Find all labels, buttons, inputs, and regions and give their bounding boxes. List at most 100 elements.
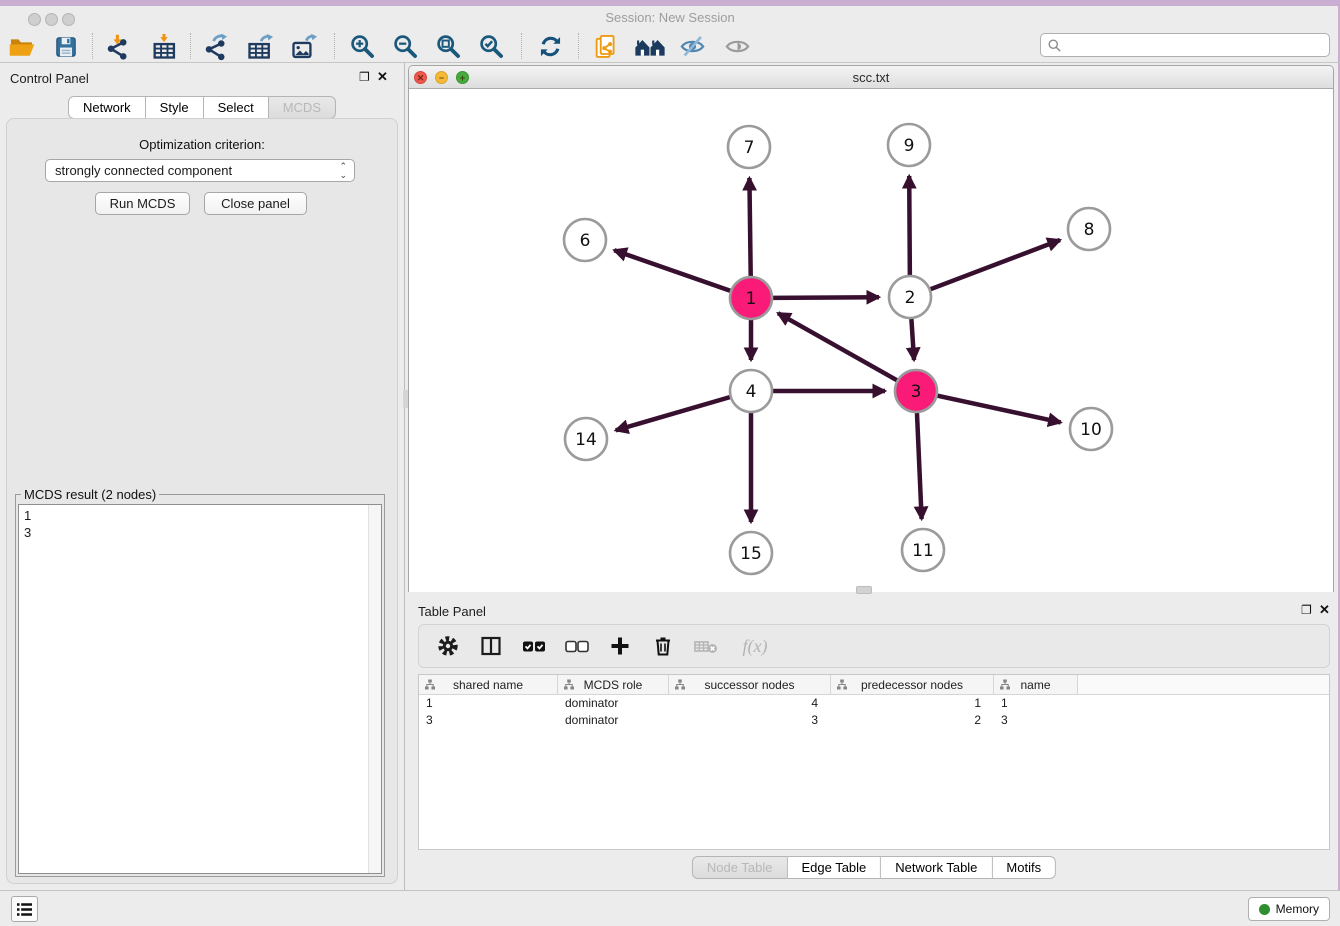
- zoom-selected-button[interactable]: [475, 32, 507, 61]
- houses-icon: [633, 34, 667, 60]
- export-image-button[interactable]: [288, 32, 320, 61]
- network-graph[interactable]: 1234678910111415: [409, 89, 1333, 592]
- column-header-successor-nodes[interactable]: successor nodes: [669, 675, 831, 694]
- table-cell[interactable]: 1: [419, 695, 558, 712]
- mcds-result-list[interactable]: 13: [18, 504, 382, 874]
- column-header-predecessor-nodes[interactable]: predecessor nodes: [831, 675, 994, 694]
- minimize-view-icon[interactable]: −: [435, 71, 448, 84]
- zoom-fit-button[interactable]: [432, 32, 464, 61]
- run-mcds-button[interactable]: Run MCDS: [95, 192, 190, 215]
- new-network-from-selection-button[interactable]: [590, 32, 622, 61]
- close-panel-icon[interactable]: ✕: [377, 70, 388, 83]
- table-cell[interactable]: 3: [419, 712, 558, 729]
- import-network-button[interactable]: [102, 32, 134, 61]
- mcds-result-item[interactable]: 1: [24, 507, 381, 524]
- graph-edge-1-2[interactable]: [773, 297, 879, 298]
- delete-table-button-disabled: [692, 632, 720, 660]
- zoom-window-icon[interactable]: [62, 13, 75, 26]
- network-view-window: ✕ − + scc.txt 1234678910111415: [408, 65, 1334, 592]
- save-session-button[interactable]: [50, 32, 82, 61]
- function-builder-button-disabled: f(x): [735, 632, 775, 660]
- zoom-in-button[interactable]: [346, 32, 378, 61]
- tab-select[interactable]: Select: [204, 96, 269, 119]
- tab-node-table[interactable]: Node Table: [692, 856, 788, 879]
- float-table-panel-icon[interactable]: ❐: [1301, 604, 1312, 616]
- mcds-result-title: MCDS result (2 nodes): [21, 487, 159, 502]
- zoom-out-button[interactable]: [389, 32, 421, 61]
- search-field[interactable]: [1040, 33, 1330, 57]
- close-table-panel-icon[interactable]: ✕: [1319, 603, 1330, 616]
- export-table-icon: [246, 33, 274, 61]
- network-window-titlebar[interactable]: ✕ − + scc.txt: [409, 66, 1333, 89]
- float-panel-icon[interactable]: ❐: [359, 71, 370, 83]
- tab-style[interactable]: Style: [146, 96, 204, 119]
- first-neighbors-button[interactable]: [631, 32, 669, 61]
- graph-edge-1-6[interactable]: [614, 250, 730, 291]
- graph-edge-2-9[interactable]: [909, 176, 910, 275]
- open-session-button[interactable]: [6, 32, 38, 61]
- table-cell[interactable]: 3: [994, 712, 1078, 729]
- toolbar-separator: [92, 33, 93, 59]
- tab-network[interactable]: Network: [68, 96, 146, 119]
- table-cell[interactable]: 1: [994, 695, 1078, 712]
- table-cell[interactable]: 3: [669, 712, 831, 729]
- mcds-list-scrollbar[interactable]: [368, 505, 381, 873]
- close-view-icon[interactable]: ✕: [414, 71, 427, 84]
- table-cell[interactable]: 4: [669, 695, 831, 712]
- graph-edge-2-8[interactable]: [931, 240, 1060, 289]
- maximize-view-icon[interactable]: +: [456, 71, 469, 84]
- select-all-columns-button[interactable]: [520, 632, 548, 660]
- table-cell[interactable]: dominator: [558, 695, 669, 712]
- export-network-button[interactable]: [200, 32, 232, 61]
- apply-layout-button[interactable]: [534, 32, 566, 61]
- table-row[interactable]: 3dominator323: [419, 712, 1329, 729]
- graph-node-label: 14: [575, 430, 597, 450]
- table-options-button[interactable]: [434, 632, 462, 660]
- table-cell[interactable]: 2: [831, 712, 994, 729]
- graph-node-label: 11: [912, 541, 934, 561]
- mcds-result-item[interactable]: 3: [24, 524, 381, 541]
- tab-edge-table[interactable]: Edge Table: [787, 856, 881, 879]
- export-table-button[interactable]: [244, 32, 276, 61]
- graph-edge-4-14[interactable]: [616, 397, 730, 430]
- table-cell[interactable]: 1: [831, 695, 994, 712]
- import-network-icon: [104, 33, 132, 61]
- close-window-icon[interactable]: [28, 13, 41, 26]
- column-header-MCDS-role[interactable]: MCDS role: [558, 675, 669, 694]
- graph-edge-3-11[interactable]: [917, 413, 922, 519]
- memory-button[interactable]: Memory: [1248, 897, 1330, 921]
- tab-mcds[interactable]: MCDS: [269, 96, 336, 119]
- tab-network-table[interactable]: Network Table: [881, 856, 992, 879]
- node-table[interactable]: shared nameMCDS rolesuccessor nodesprede…: [418, 674, 1330, 850]
- close-panel-button[interactable]: Close panel: [204, 192, 307, 215]
- show-column-panel-button[interactable]: [477, 632, 505, 660]
- minimize-window-icon[interactable]: [45, 13, 58, 26]
- import-table-button[interactable]: [148, 32, 180, 61]
- import-table-icon: [150, 33, 178, 61]
- graph-edge-3-1[interactable]: [778, 313, 897, 380]
- column-header-shared-name[interactable]: shared name: [419, 675, 558, 694]
- control-panel-tabs: NetworkStyleSelectMCDS: [0, 96, 404, 119]
- network-canvas[interactable]: 1234678910111415: [409, 89, 1333, 592]
- delete-table-icon: [693, 634, 719, 658]
- graph-edge-3-10[interactable]: [937, 396, 1060, 423]
- node-table-body: 1dominator4113dominator323: [419, 695, 1329, 729]
- search-input[interactable]: [1062, 38, 1329, 53]
- optimization-criterion-select[interactable]: strongly connected component ⌃⌄: [45, 159, 355, 182]
- deselect-all-columns-button[interactable]: [563, 632, 591, 660]
- tab-motifs[interactable]: Motifs: [992, 856, 1056, 879]
- delete-column-button[interactable]: [649, 632, 677, 660]
- horizontal-splitter-handle[interactable]: [856, 586, 872, 594]
- table-cell[interactable]: dominator: [558, 712, 669, 729]
- graph-node-label: 15: [740, 544, 762, 564]
- create-column-button[interactable]: [606, 632, 634, 660]
- hide-selected-button[interactable]: [676, 32, 708, 61]
- column-header-name[interactable]: name: [994, 675, 1078, 694]
- graph-edge-1-7[interactable]: [749, 178, 750, 276]
- show-all-button[interactable]: [721, 32, 753, 61]
- plus-icon: [608, 634, 632, 658]
- table-row[interactable]: 1dominator411: [419, 695, 1329, 712]
- task-history-button[interactable]: [11, 896, 38, 922]
- titlebar: Session: New Session: [0, 6, 1340, 30]
- graph-edge-2-3[interactable]: [911, 319, 914, 360]
